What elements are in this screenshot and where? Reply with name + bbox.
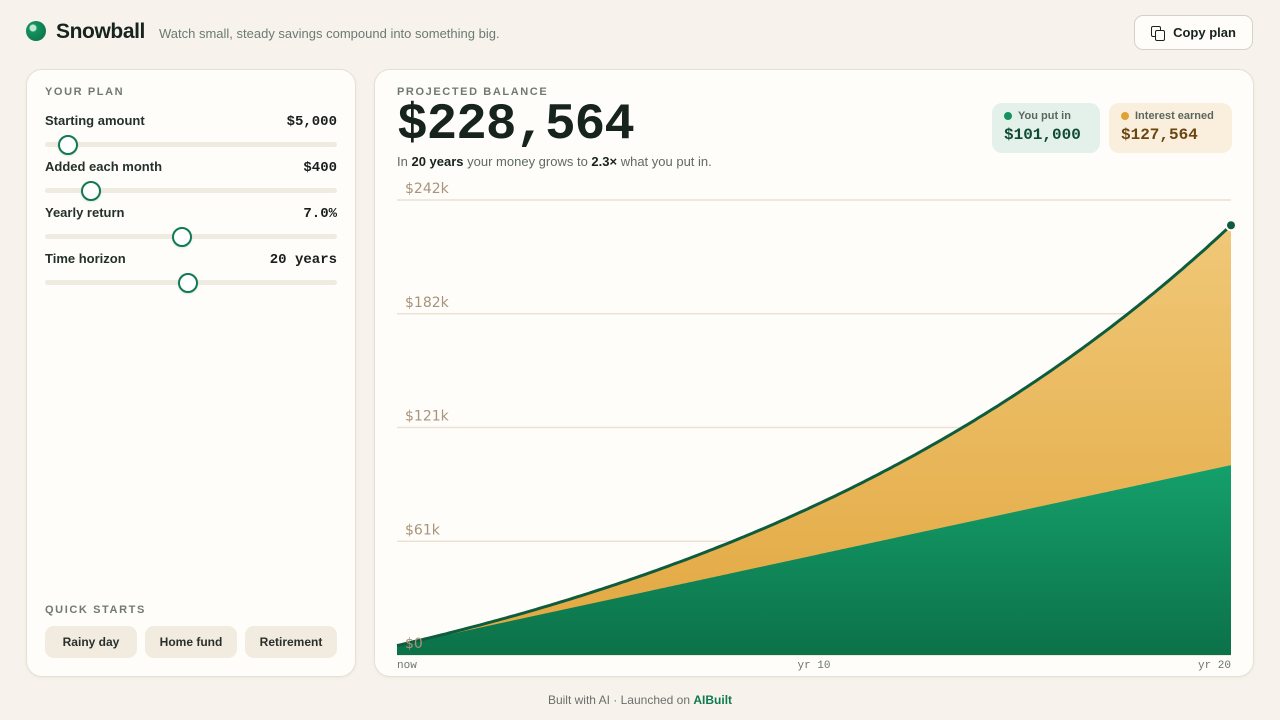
footer-text: Built with AI · Launched on xyxy=(547,693,694,707)
time-horizon-value: 20 years xyxy=(269,252,337,268)
quick-starts: Rainy day Home fund Retirement xyxy=(45,626,337,658)
interest-earned-badge: Interest earned $127,564 xyxy=(1109,103,1232,153)
monthly-amount-thumb[interactable] xyxy=(80,180,101,201)
tagline: Watch small, steady savings compound int… xyxy=(158,26,500,41)
quick-starts-title: QUICK STARTS xyxy=(45,604,146,616)
you-put-in-badge: You put in $101,000 xyxy=(992,103,1100,153)
starting-amount-slider[interactable] xyxy=(45,134,337,155)
you-put-in-value: $101,000 xyxy=(1004,126,1081,144)
yearly-return-label: Yearly return xyxy=(45,205,125,220)
projection-panel: $0 $61k $121k $182k $242k now yr 10 yr 20 PROJ… xyxy=(374,69,1254,677)
growth-summary: In 20 years your money grows to 2.3× wha… xyxy=(397,154,712,169)
copy-icon xyxy=(1151,25,1166,41)
you-put-in-label: You put in xyxy=(1018,110,1071,122)
balance-end-point[interactable] xyxy=(1225,219,1237,232)
y-tick-label: $121k xyxy=(405,409,450,425)
time-horizon-control: Time horizon 20 years xyxy=(45,251,337,293)
x-tick-label: now xyxy=(397,660,417,672)
summary-years: 20 years xyxy=(411,154,464,169)
time-horizon-thumb[interactable] xyxy=(178,272,199,293)
summary-text: what you put in. xyxy=(617,154,712,169)
x-tick-label: yr 10 xyxy=(797,660,830,672)
aibuilt-link[interactable]: AIBuilt xyxy=(693,693,732,707)
retirement-button[interactable]: Retirement xyxy=(245,626,337,658)
time-horizon-slider[interactable] xyxy=(45,272,337,293)
monthly-amount-slider[interactable] xyxy=(45,180,337,201)
summary-text: your money grows to xyxy=(463,154,592,169)
interest-earned-label: Interest earned xyxy=(1135,110,1214,122)
copy-plan-label: Copy plan xyxy=(1173,25,1236,40)
projected-balance-value: $228,564 xyxy=(397,97,635,154)
starting-amount-value: $5,000 xyxy=(286,114,337,130)
contributions-area xyxy=(397,465,1231,655)
monthly-amount-label: Added each month xyxy=(45,159,163,174)
brand-name: Snowball xyxy=(56,20,145,43)
contributions-dot-icon xyxy=(1004,112,1012,120)
starting-amount-control: Starting amount $5,000 xyxy=(45,113,337,155)
x-tick-label: yr 20 xyxy=(1198,660,1231,672)
y-tick-label: $182k xyxy=(405,295,450,311)
summary-text: In xyxy=(397,154,412,169)
time-horizon-label: Time horizon xyxy=(45,251,126,266)
y-tick-label: $0 xyxy=(405,636,423,652)
footer: Built with AI · Launched on AIBuilt xyxy=(0,693,1280,707)
monthly-amount-control: Added each month $400 xyxy=(45,159,337,201)
home-fund-button[interactable]: Home fund xyxy=(145,626,237,658)
rainy-day-button[interactable]: Rainy day xyxy=(45,626,137,658)
summary-multiple: 2.3× xyxy=(591,154,618,169)
snowball-logo-icon xyxy=(26,21,46,41)
interest-dot-icon xyxy=(1121,112,1129,120)
starting-amount-label: Starting amount xyxy=(45,113,145,128)
plan-panel: YOUR PLAN Starting amount $5,000 Added e… xyxy=(26,69,356,677)
yearly-return-value: 7.0% xyxy=(303,206,337,222)
yearly-return-slider[interactable] xyxy=(45,226,337,247)
copy-plan-button[interactable]: Copy plan xyxy=(1134,15,1253,50)
monthly-amount-value: $400 xyxy=(303,160,337,176)
yearly-return-control: Yearly return 7.0% xyxy=(45,205,337,247)
y-tick-label: $242k xyxy=(405,181,450,197)
yearly-return-thumb[interactable] xyxy=(171,226,192,247)
app-header: Snowball Watch small, steady savings com… xyxy=(26,18,500,44)
starting-amount-thumb[interactable] xyxy=(58,134,79,155)
plan-title: YOUR PLAN xyxy=(45,86,125,98)
interest-earned-value: $127,564 xyxy=(1121,126,1198,144)
y-tick-label: $61k xyxy=(405,522,441,538)
